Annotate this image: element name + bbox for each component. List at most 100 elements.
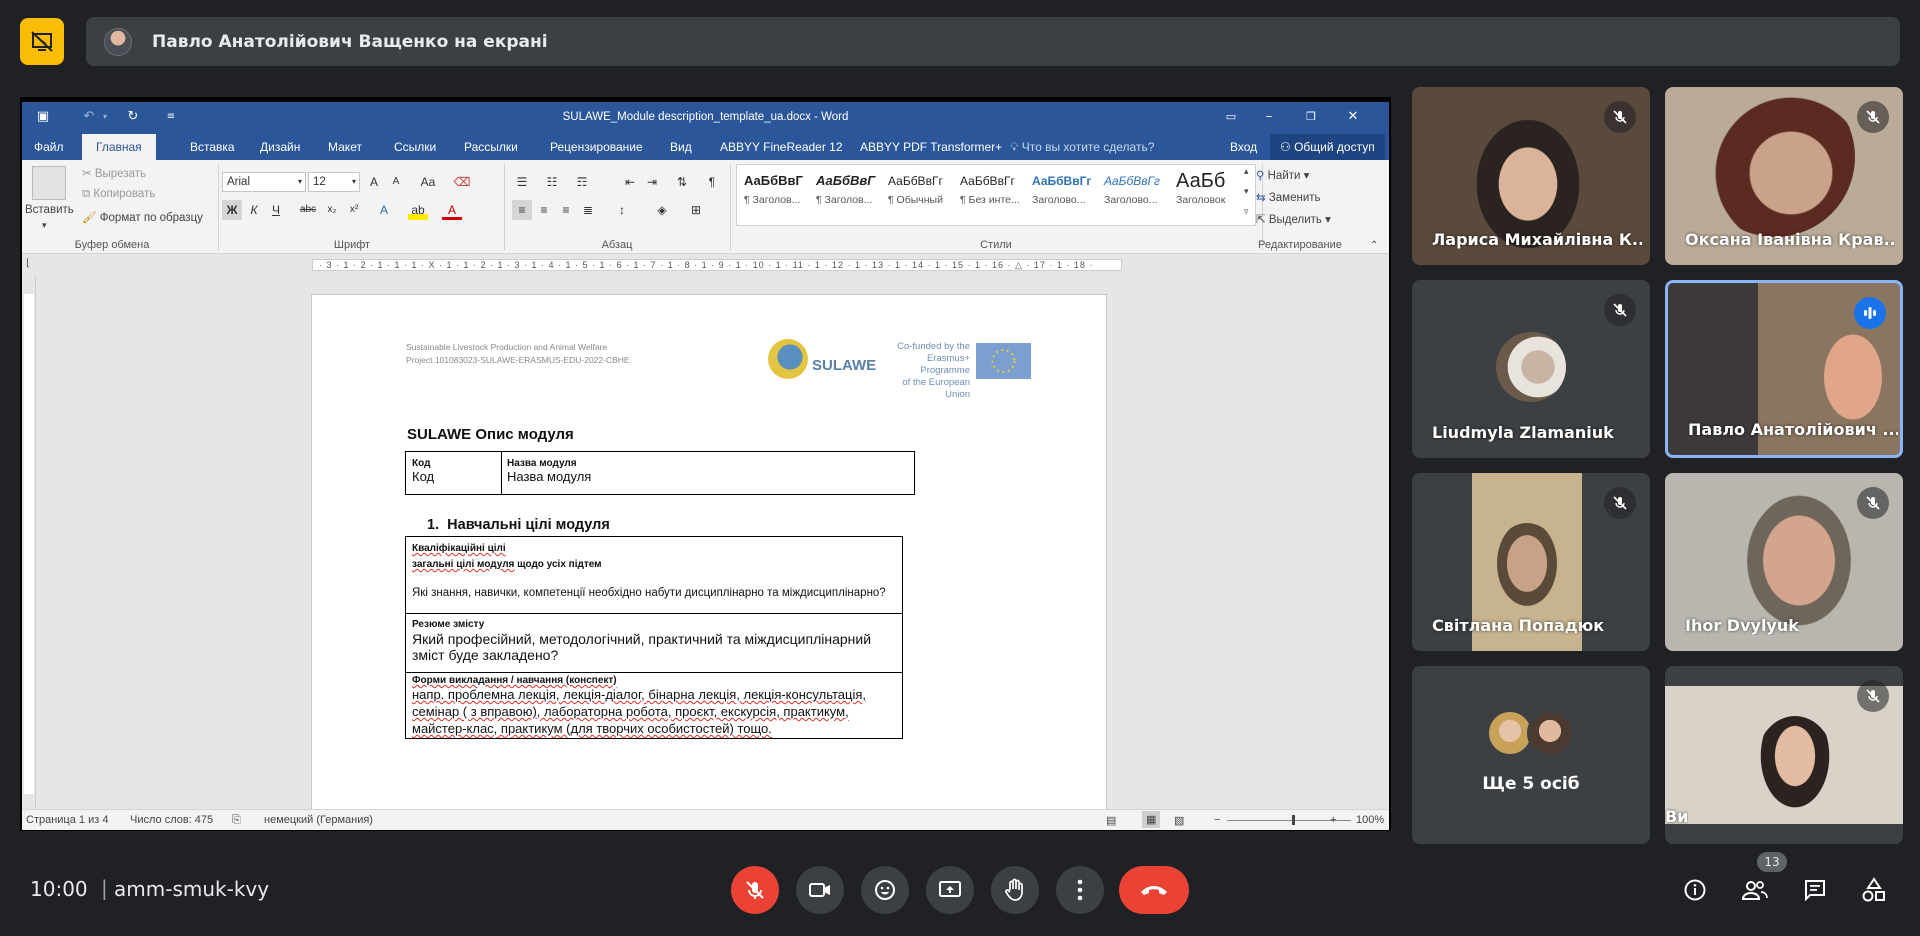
tab-design[interactable]: Дизайн	[252, 134, 308, 160]
horizontal-ruler[interactable]: ⌊ · 3 · 1 · 2 · 1 · 1 · 1 · X · 1 · 1 · …	[22, 254, 1389, 276]
stop-presenting-button[interactable]	[20, 18, 64, 65]
style-heading-4[interactable]: АаБбВвГг Заголово...	[1100, 168, 1172, 220]
document-page[interactable]: Sustainable Livestock Production and Ani…	[311, 294, 1107, 830]
line-spacing-icon[interactable]: ↕	[612, 200, 632, 220]
shading-icon[interactable]: ◈	[652, 200, 672, 220]
paste-button[interactable]: Вставить	[25, 204, 74, 216]
strikethrough-button[interactable]: abc	[298, 200, 318, 220]
minimize-icon[interactable]: –	[1260, 108, 1278, 126]
document-area[interactable]: Sustainable Livestock Production and Ani…	[22, 276, 1389, 830]
tab-references[interactable]: Ссылки	[386, 134, 444, 160]
format-painter-button[interactable]: 🖌︎ Формат по образцу	[82, 210, 203, 224]
tab-home[interactable]: Главная	[82, 134, 156, 160]
participant-tile[interactable]: Світлана Попадюк	[1412, 473, 1650, 651]
more-options-button[interactable]	[1056, 866, 1104, 914]
bullets-icon[interactable]: ☰	[512, 172, 532, 192]
vertical-ruler[interactable]	[22, 276, 36, 809]
styles-scroll-up-icon[interactable]: ▴	[1244, 166, 1249, 177]
justify-icon[interactable]: ≣	[578, 200, 598, 220]
highlight-icon[interactable]: ab	[408, 200, 428, 220]
leave-call-button[interactable]	[1119, 866, 1189, 914]
read-mode-icon[interactable]: ▤	[1106, 814, 1116, 827]
change-case-button[interactable]: Aa	[414, 172, 442, 192]
tab-mailings[interactable]: Рассылки	[456, 134, 526, 160]
people-button[interactable]	[1731, 866, 1779, 914]
tab-finereader[interactable]: ABBYY FineReader 12	[712, 134, 851, 160]
borders-icon[interactable]: ⊞	[686, 200, 706, 220]
reactions-button[interactable]	[861, 866, 909, 914]
language[interactable]: немецкий (Германия)	[264, 814, 373, 826]
tab-selector-icon[interactable]: ⌊	[26, 258, 30, 269]
participant-tile[interactable]: Ihor Dvylyuk	[1665, 473, 1903, 651]
tab-file[interactable]: Файл	[26, 134, 72, 160]
decrease-indent-icon[interactable]: ⇤	[620, 172, 640, 192]
tab-view[interactable]: Вид	[662, 134, 700, 160]
paste-dropdown-icon[interactable]: ▾	[42, 220, 47, 231]
styles-scroll-down-icon[interactable]: ▾	[1244, 186, 1249, 197]
style-heading-1[interactable]: АаБбВвГ ¶ Заголов...	[740, 168, 812, 220]
activities-button[interactable]	[1850, 866, 1898, 914]
self-tile[interactable]: Ви	[1665, 666, 1903, 844]
style-no-spacing[interactable]: АаБбВвГг ¶ Без инте...	[956, 168, 1028, 220]
tab-layout[interactable]: Макет	[320, 134, 370, 160]
multilevel-list-icon[interactable]: ☶	[572, 172, 592, 192]
participant-tile[interactable]: Оксана Іванівна Крав...	[1665, 87, 1903, 265]
summary-text[interactable]: Який професійний, методологічний, практи…	[412, 631, 892, 663]
style-normal[interactable]: АаБбВвГг ¶ Обычный	[884, 168, 956, 220]
font-color-button[interactable]: A	[442, 200, 462, 220]
superscript-button[interactable]: x²	[344, 200, 364, 220]
tab-insert[interactable]: Вставка	[182, 134, 243, 160]
clear-format-icon[interactable]: ⌫	[452, 172, 472, 192]
page-count[interactable]: Страница 1 из 4	[26, 814, 108, 826]
tab-pdf-transformer[interactable]: ABBYY PDF Transformer+	[852, 134, 1010, 160]
word-count[interactable]: Число слов: 475	[130, 814, 213, 826]
subscript-button[interactable]: x₂	[322, 200, 342, 220]
camera-toggle-button[interactable]	[796, 866, 844, 914]
sign-in-link[interactable]: Вход	[1222, 134, 1265, 160]
code-value[interactable]: Код	[412, 469, 434, 484]
find-button[interactable]: ⚲ Найти ▾	[1256, 168, 1309, 182]
participant-tile[interactable]: Лариса Михайлівна К...	[1412, 87, 1650, 265]
font-size-combo[interactable]: 12 ▾	[308, 172, 360, 192]
web-layout-icon[interactable]: ▧	[1174, 814, 1184, 827]
sort-icon[interactable]: ⇅	[672, 172, 692, 192]
zoom-thumb[interactable]	[1292, 815, 1295, 825]
tab-review[interactable]: Рецензирование	[542, 134, 651, 160]
forms-text[interactable]: напр. проблемна лекція, лекція-діалог, б…	[412, 686, 898, 737]
present-now-button[interactable]	[926, 866, 974, 914]
meeting-details-button[interactable]	[1671, 866, 1719, 914]
style-heading-3[interactable]: АаБбВвГг Заголово...	[1028, 168, 1100, 220]
more-participants-tile[interactable]: Ще 5 осіб	[1412, 666, 1650, 844]
copy-button[interactable]: ⧉ Копировать	[82, 188, 155, 201]
align-center-icon[interactable]: ≡	[534, 200, 554, 220]
ribbon-display-icon[interactable]: ▭	[1222, 108, 1240, 126]
align-left-icon[interactable]: ≡	[512, 200, 532, 220]
cut-button[interactable]: ✂ Вырезать	[82, 166, 146, 180]
style-heading-2[interactable]: АаБбВвГ ¶ Заголов...	[812, 168, 884, 220]
module-name-value[interactable]: Назва модуля	[507, 469, 591, 484]
mic-toggle-button[interactable]	[731, 866, 779, 914]
print-layout-icon[interactable]: ▦	[1142, 811, 1161, 828]
pilcrow-icon[interactable]: ¶	[702, 172, 722, 192]
zoom-level[interactable]: 100%	[1356, 814, 1384, 826]
proofing-icon[interactable]: ⎘	[232, 814, 241, 827]
qualification-text[interactable]: Які знання, навички, компетенції необхід…	[412, 587, 886, 599]
style-title[interactable]: АаБб Заголовок	[1172, 168, 1244, 220]
close-icon[interactable]: ✕	[1344, 108, 1362, 126]
increase-indent-icon[interactable]: ⇥	[642, 172, 662, 192]
restore-icon[interactable]: ❐	[1302, 108, 1320, 126]
zoom-in-icon[interactable]: +	[1330, 814, 1336, 826]
numbering-icon[interactable]: ☷	[542, 172, 562, 192]
font-name-combo[interactable]: Arial ▾	[222, 172, 306, 192]
italic-button[interactable]: К	[244, 200, 264, 220]
grow-font-button[interactable]: A	[364, 172, 384, 192]
styles-more-icon[interactable]: ▿	[1244, 206, 1249, 217]
text-effects-button[interactable]: A	[374, 200, 394, 220]
share-button[interactable]: ⚇ Общий доступ	[1270, 134, 1385, 160]
word-window[interactable]: ▣ ↶ ▾ ↻ ≡ SULAWE_Module description_temp…	[22, 102, 1389, 830]
underline-button[interactable]: Ч	[266, 200, 286, 220]
replace-button[interactable]: ⇆ Заменить	[1256, 190, 1321, 204]
tell-me-box[interactable]: 💡︎ Что вы хотите сделать?	[1002, 134, 1162, 160]
align-right-icon[interactable]: ≡	[556, 200, 576, 220]
zoom-out-icon[interactable]: −	[1214, 814, 1220, 826]
